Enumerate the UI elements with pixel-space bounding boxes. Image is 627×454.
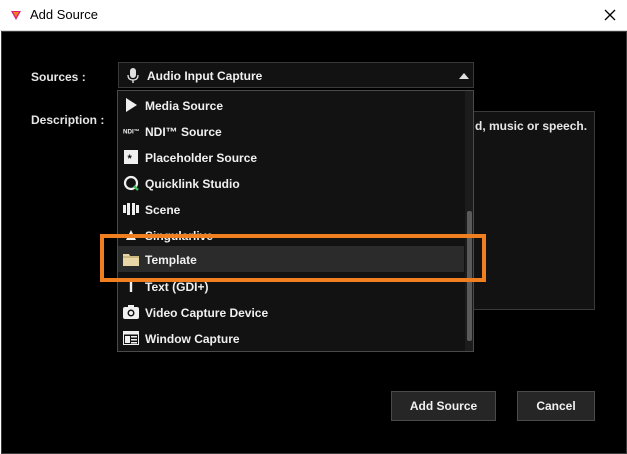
list-item-label: Window Capture — [145, 332, 240, 346]
quicklink-icon — [123, 175, 139, 191]
camera-icon — [123, 304, 139, 320]
list-item-media-source[interactable]: Media Source — [118, 92, 464, 118]
ndi-icon: NDI™ — [123, 123, 139, 139]
list-item-window-capture[interactable]: Window Capture — [118, 325, 464, 351]
sources-dropdown[interactable]: Audio Input Capture — [118, 62, 474, 88]
svg-text:*: * — [128, 153, 133, 164]
svg-text:NDI™: NDI™ — [123, 129, 139, 135]
description-label: Description : — [31, 113, 105, 127]
microphone-icon — [127, 68, 139, 83]
list-item-label: NDI™ Source — [145, 125, 222, 139]
window-icon — [123, 330, 139, 346]
app-logo-icon — [9, 8, 23, 22]
play-icon — [123, 97, 139, 113]
title-bar: Add Source — [0, 0, 627, 31]
list-item-label: Scene — [145, 203, 181, 217]
scene-icon — [123, 201, 139, 217]
selected-source: Audio Input Capture — [147, 69, 263, 83]
sources-label: Sources : — [31, 70, 86, 84]
list-item-label: Text (GDI+) — [145, 280, 209, 294]
list-item-video-capture-device[interactable]: Video Capture Device — [118, 299, 464, 325]
cancel-button[interactable]: Cancel — [517, 391, 595, 421]
list-item-label: Video Capture Device — [145, 306, 269, 320]
list-item-label: Media Source — [145, 99, 224, 113]
asterisk-icon: * — [123, 149, 139, 165]
list-item-quicklink-studio[interactable]: Quicklink Studio — [118, 170, 464, 196]
list-item-ndi-source[interactable]: NDI™ NDI™ Source — [118, 118, 464, 144]
close-button[interactable] — [598, 3, 622, 27]
list-item-label: Quicklink Studio — [145, 177, 240, 191]
close-icon — [604, 9, 616, 21]
description-text: d, music or speech. — [475, 119, 588, 133]
sources-dropdown-list: Media Source NDI™ NDI™ Source * Placehol… — [117, 90, 474, 352]
template-highlight-box — [100, 234, 486, 282]
list-item-placeholder-source[interactable]: * Placeholder Source — [118, 144, 464, 170]
list-item-label: Placeholder Source — [145, 151, 258, 165]
add-source-button[interactable]: Add Source — [391, 391, 496, 421]
chevron-up-icon — [459, 73, 469, 79]
window-title: Add Source — [30, 7, 98, 22]
list-item-scene[interactable]: Scene — [118, 196, 464, 222]
